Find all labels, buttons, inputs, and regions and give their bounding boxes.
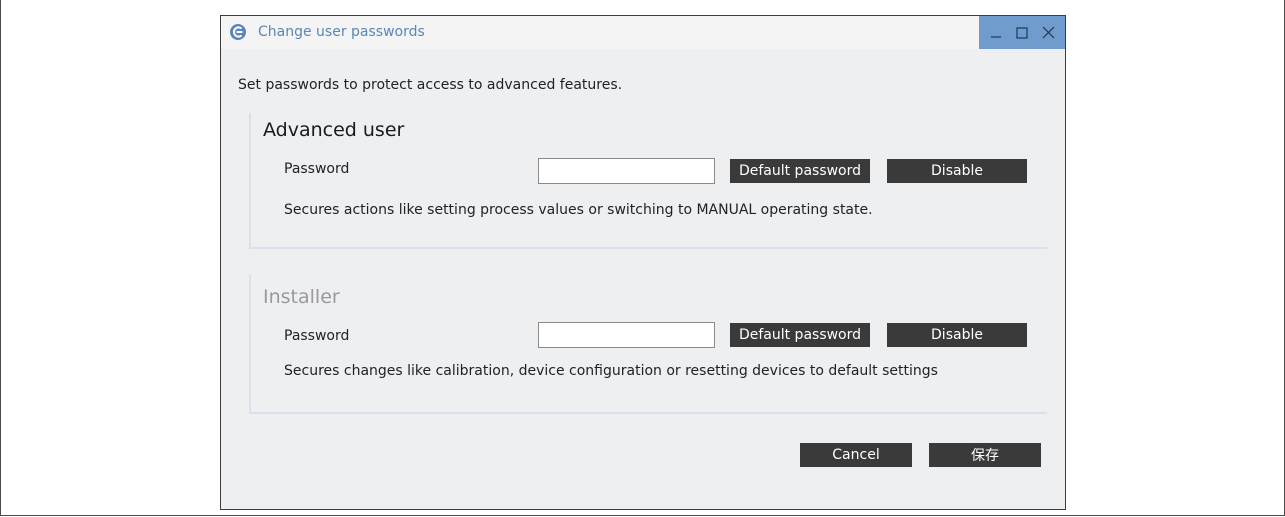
- section-installer: Installer Password Default password Disa…: [249, 274, 1047, 414]
- save-button[interactable]: 保存: [929, 443, 1041, 467]
- advanced-password-input[interactable]: [538, 158, 715, 184]
- app-logo-icon: [230, 24, 246, 40]
- installer-default-password-button[interactable]: Default password: [730, 323, 870, 347]
- maximize-button[interactable]: [1009, 16, 1035, 49]
- window-title: Change user passwords: [258, 24, 425, 40]
- close-icon: [1042, 26, 1054, 39]
- minimize-button[interactable]: [983, 16, 1009, 49]
- advanced-description: Secures actions like setting process val…: [284, 202, 873, 218]
- maximize-icon: [1016, 26, 1028, 39]
- cancel-button[interactable]: Cancel: [800, 443, 912, 467]
- password-label: Password: [284, 161, 350, 177]
- installer-description: Secures changes like calibration, device…: [284, 363, 938, 379]
- advanced-disable-button[interactable]: Disable: [887, 159, 1027, 183]
- section-title: Advanced user: [263, 119, 405, 141]
- installer-disable-button[interactable]: Disable: [887, 323, 1027, 347]
- window-controls: [979, 16, 1065, 49]
- installer-password-input[interactable]: [538, 322, 715, 348]
- advanced-default-password-button[interactable]: Default password: [730, 159, 870, 183]
- title-bar[interactable]: Change user passwords: [221, 16, 1065, 49]
- close-button[interactable]: [1035, 16, 1061, 49]
- section-advanced-user: Advanced user Password Default password …: [249, 113, 1047, 249]
- minimize-icon: [991, 35, 1001, 38]
- section-title: Installer: [263, 286, 340, 308]
- intro-text: Set passwords to protect access to advan…: [238, 77, 623, 93]
- password-label: Password: [284, 328, 350, 344]
- change-passwords-dialog: Change user passwords Set passwords to p…: [220, 15, 1066, 510]
